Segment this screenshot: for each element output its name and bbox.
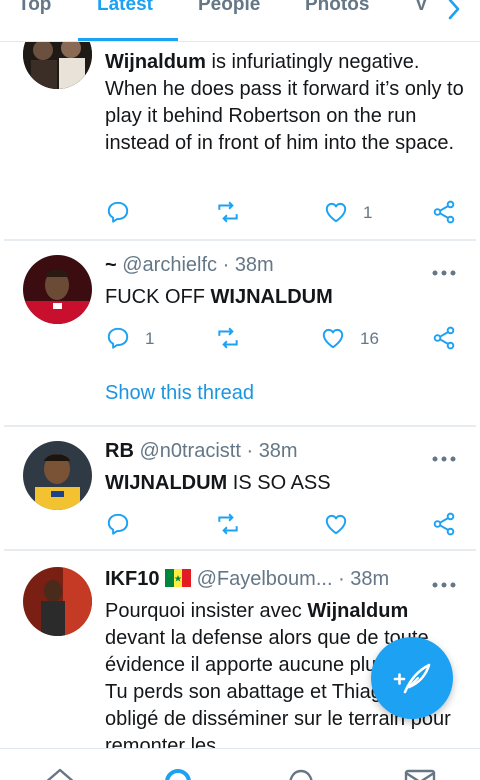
bottom-navigation — [0, 748, 480, 780]
highlight-keyword: WIJNALDUM — [105, 472, 228, 494]
tweet-header: RB @n0tracistt · 38m — [105, 440, 298, 463]
like-icon — [325, 514, 347, 535]
like-button[interactable]: 16 — [320, 325, 390, 353]
user-photo — [23, 441, 92, 510]
separator-dot: · — [338, 568, 351, 590]
tweet-text: FUCK OFF WIJNALDUM — [105, 284, 465, 311]
tab-latest[interactable]: Latest — [97, 0, 153, 16]
reply-icon — [107, 327, 129, 349]
reply-icon — [107, 513, 129, 535]
nav-messages-button[interactable] — [403, 767, 437, 780]
separator-dot: · — [246, 440, 259, 462]
avatar[interactable] — [23, 255, 92, 324]
like-count: 1 — [363, 203, 373, 222]
messages-icon — [404, 769, 436, 780]
home-icon — [46, 768, 74, 780]
separator-dot: · — [222, 254, 235, 276]
divider — [4, 239, 476, 241]
highlight-keyword: Wijnaldum — [307, 600, 409, 622]
search-icon — [165, 769, 191, 780]
share-icon — [433, 512, 455, 536]
tweet-text-segment: Pourquoi insister avec — [105, 600, 308, 622]
username[interactable]: @Fayelboum... — [197, 568, 333, 590]
reply-count: 1 — [145, 329, 155, 348]
timestamp[interactable]: 38m — [235, 254, 274, 276]
display-name[interactable]: RB — [105, 440, 134, 462]
like-count: 16 — [360, 329, 379, 348]
divider — [4, 549, 476, 551]
like-icon — [325, 202, 347, 223]
more-icon — [432, 582, 456, 588]
tweet-text: WIJNALDUM IS SO ASS — [105, 470, 465, 497]
tab-top[interactable]: Top — [18, 0, 51, 16]
tabs-scroll-right-button[interactable] — [442, 0, 466, 21]
nav-home-button[interactable] — [43, 767, 77, 780]
compose-tweet-button[interactable] — [371, 637, 453, 719]
more-icon — [432, 270, 456, 276]
more-button[interactable] — [432, 450, 456, 462]
username[interactable]: @n0tracistt — [139, 440, 240, 462]
avatar[interactable] — [23, 567, 92, 636]
retweet-icon — [218, 327, 238, 349]
more-button[interactable] — [432, 576, 456, 588]
highlight-keyword: Wijnaldum — [105, 51, 206, 73]
nav-search-button[interactable] — [163, 767, 195, 780]
retweet-icon — [218, 201, 238, 223]
divider — [4, 425, 476, 427]
display-name[interactable]: IKF10 — [105, 568, 159, 590]
active-tab-indicator — [78, 38, 178, 41]
notifications-icon — [289, 769, 313, 780]
reply-icon — [107, 201, 129, 223]
tab-photos[interactable]: Photos — [305, 0, 369, 16]
tab-videos[interactable]: V — [415, 0, 428, 16]
show-thread-link[interactable]: Show this thread — [105, 382, 254, 405]
compose-tweet-icon — [393, 663, 431, 694]
share-icon — [433, 200, 455, 224]
like-button[interactable]: 1 — [323, 199, 383, 227]
avatar[interactable] — [23, 441, 92, 510]
more-button[interactable] — [432, 264, 456, 276]
senegal-flag-icon — [165, 569, 192, 587]
tab-people[interactable]: People — [198, 0, 260, 16]
tweet-header: ~ @archielfc · 38m — [105, 254, 274, 277]
tweet-header: IKF10 @Fayelboum... · 38m — [105, 568, 389, 591]
share-icon — [433, 326, 455, 350]
user-photo — [23, 567, 92, 636]
tweet-text: Wijnaldum is infuriatingly negative. Whe… — [105, 49, 465, 157]
display-name[interactable]: ~ — [105, 254, 117, 276]
timestamp[interactable]: 38m — [350, 568, 389, 590]
reply-button[interactable]: 1 — [105, 325, 165, 353]
nav-notifications-button[interactable] — [286, 767, 316, 780]
tweet-actions: 1 — [105, 199, 465, 227]
more-icon — [432, 456, 456, 462]
username[interactable]: @archielfc — [122, 254, 217, 276]
search-tabs: Top Latest People Photos V — [0, 0, 480, 42]
chevron-right-icon — [448, 0, 460, 20]
tweet-actions: 1 16 — [105, 325, 465, 353]
timestamp[interactable]: 38m — [259, 440, 298, 462]
tweet-text-segment: FUCK OFF — [105, 286, 211, 308]
highlight-keyword: WIJNALDUM — [210, 286, 333, 308]
tweet-text-segment: IS SO ASS — [227, 472, 331, 494]
tweet-actions — [105, 511, 465, 539]
user-photo — [23, 255, 92, 324]
retweet-icon — [218, 513, 238, 535]
like-icon — [322, 328, 344, 349]
